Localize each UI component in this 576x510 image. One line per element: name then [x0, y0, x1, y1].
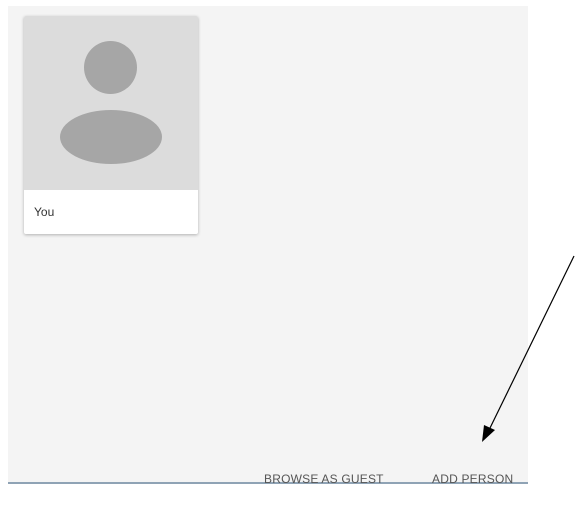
profile-card-you[interactable]: You — [24, 16, 198, 234]
add-person-button[interactable]: ADD PERSON — [432, 472, 513, 486]
avatar-body — [60, 110, 162, 164]
avatar-head — [84, 41, 137, 94]
browse-as-guest-button[interactable]: BROWSE AS GUEST — [264, 472, 384, 486]
profile-name: You — [34, 205, 55, 219]
person-silhouette-icon — [24, 16, 198, 190]
